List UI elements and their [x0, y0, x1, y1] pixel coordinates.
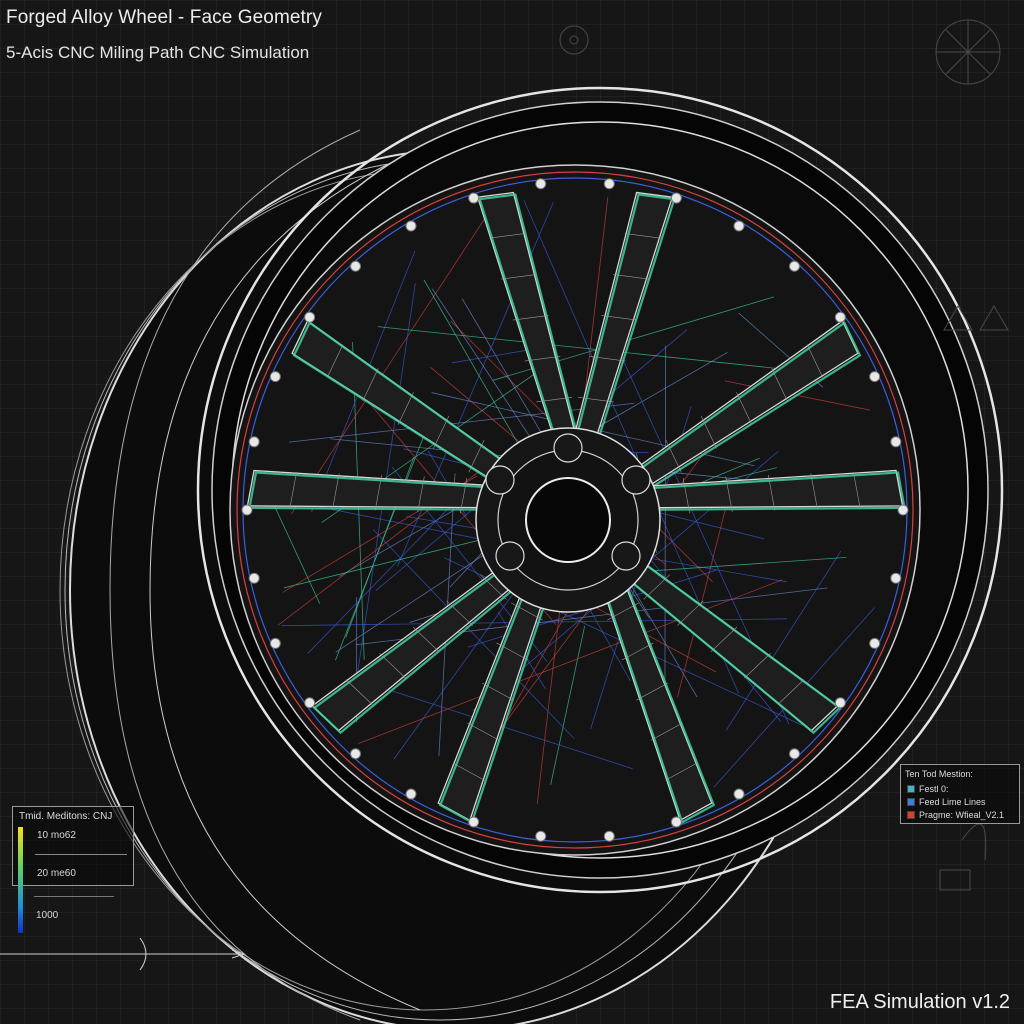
legend-row: 20 me60 [37, 868, 76, 879]
bolt [468, 816, 480, 828]
bolt [834, 697, 846, 709]
bolt [890, 436, 902, 448]
wheel-hub [475, 427, 661, 613]
bolt [248, 572, 260, 584]
axis-arrow [0, 937, 246, 971]
bolt [788, 260, 800, 272]
version-label: FEA Simulation v1.2 [829, 991, 1010, 1013]
bolt [405, 220, 417, 232]
bolt [304, 697, 316, 709]
legend-title: Tmid. Meditons: CNJ [19, 811, 113, 822]
bolt [869, 371, 881, 383]
legend-divider [34, 896, 114, 897]
legend-row: 1000 [36, 910, 59, 921]
bolt [603, 830, 615, 842]
bolt [350, 748, 362, 760]
color-ramp [18, 827, 23, 933]
swatch [907, 810, 915, 819]
bolt [535, 830, 547, 842]
legend-item: Pragme: Wfieal_V2.1 [907, 809, 1004, 820]
bolt [834, 311, 846, 323]
bolt [670, 192, 682, 204]
bolt [869, 637, 881, 649]
legend-title: Ten Tod Mestion: [905, 769, 973, 779]
bolt [897, 504, 909, 516]
color-scale-legend: Tmid. Meditons: CNJ 10 mo62 20 me60 [12, 806, 134, 933]
swatch [907, 784, 915, 793]
page-title: Forged Alloy Wheel - Face Geometry [6, 7, 322, 28]
legend-row: 10 mo62 [37, 830, 76, 841]
bolt [535, 178, 547, 190]
bolt [241, 504, 253, 516]
bolt [733, 788, 745, 800]
wheel-viewport[interactable] [0, 0, 1024, 1024]
legend-divider [35, 854, 127, 855]
bolt [788, 748, 800, 760]
bolt [350, 260, 362, 272]
page-subtitle: 5-Acis CNC Miling Path CNC Simulation [6, 43, 310, 62]
legend-item: Festl 0: [907, 783, 949, 794]
toolpath-legend: Ten Tod Mestion: Festl 0: Feed Lime Line… [900, 764, 1020, 824]
bolt [269, 637, 281, 649]
bolt [670, 816, 682, 828]
bolt [248, 436, 260, 448]
bolt [304, 311, 316, 323]
bolt [733, 220, 745, 232]
bolt [468, 192, 480, 204]
bolt [603, 178, 615, 190]
bolt [405, 788, 417, 800]
swatch [907, 797, 915, 806]
legend-item: Feed Lime Lines [907, 796, 986, 807]
bolt [890, 572, 902, 584]
bolt [269, 371, 281, 383]
